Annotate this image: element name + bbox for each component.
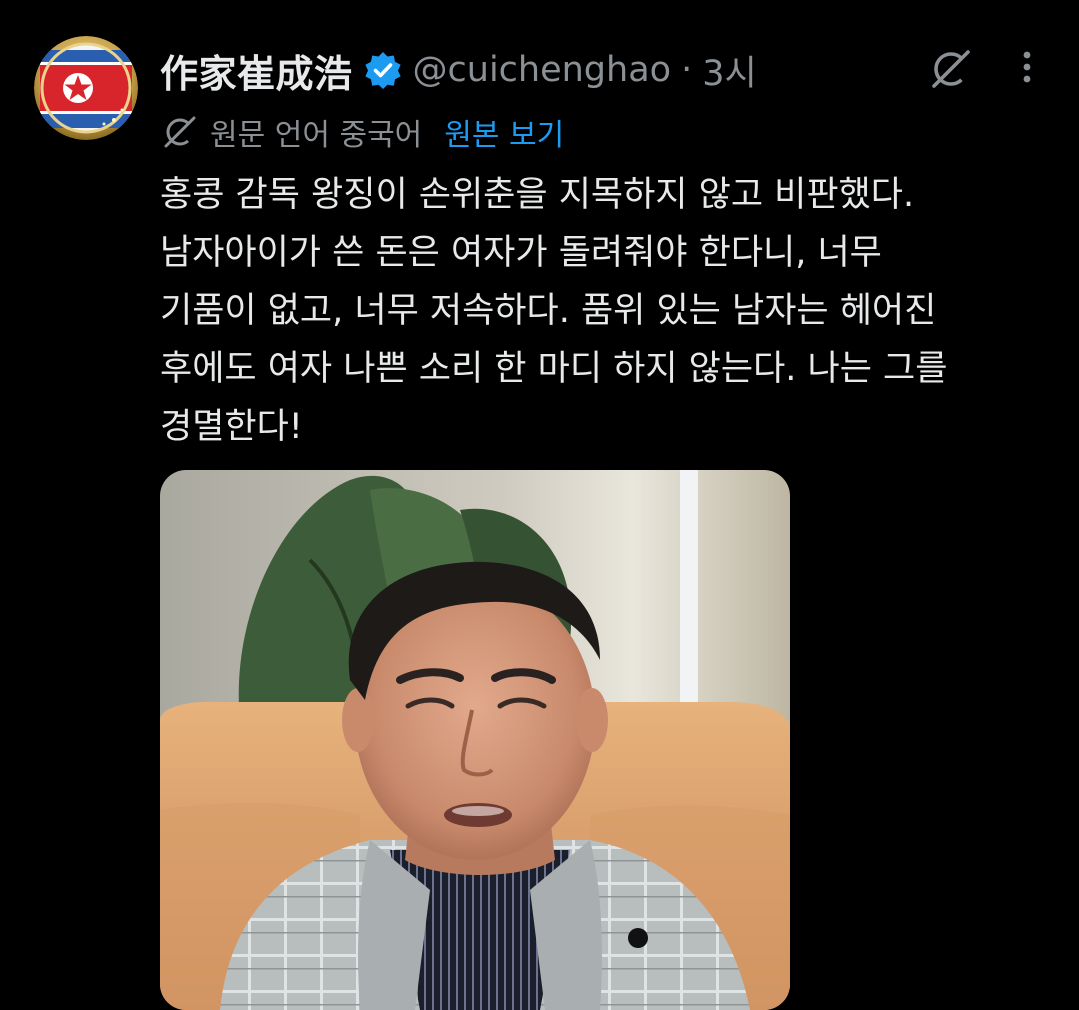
flag-avatar-image (34, 36, 138, 140)
translation-label: 원문 언어 중국어 (210, 118, 423, 153)
translation-notice: 원문 언어 중국어 원본 보기 (160, 108, 564, 156)
tweet-text-line: 후에도 여자 나쁜 소리 한 마디 하지 않는다. 나는 그를 (160, 349, 948, 389)
grok-button[interactable] (924, 42, 978, 96)
tweet-text-line: 기품이 없고, 너무 저속하다. 품위 있는 남자는 헤어진 (160, 291, 937, 331)
grok-translate-icon (160, 112, 200, 152)
tweet-text-line: 남자아이가 쓴 돈은 여자가 돌려줘야 한다니, 너무 (160, 233, 882, 273)
grok-icon (932, 50, 970, 88)
video-thumbnail-image (160, 470, 790, 1010)
tweet-text-line: 경멸한다! (160, 407, 303, 447)
avatar[interactable] (34, 36, 138, 140)
tweet-text-line: 홍콩 감독 왕징이 손위춘을 지목하지 않고 비판했다. (160, 175, 915, 215)
verified-badge-icon (363, 50, 403, 90)
more-options-icon (1023, 51, 1031, 83)
tweet-text: 홍콩 감독 왕징이 손위춘을 지목하지 않고 비판했다. 남자아이가 쓴 돈은 … (160, 166, 1040, 456)
show-original-link[interactable]: 원본 보기 (444, 110, 564, 154)
post-time[interactable]: 3시 (702, 45, 756, 96)
more-options-button[interactable] (1004, 42, 1050, 92)
tweet-media-video[interactable] (160, 470, 790, 1010)
tweet-card[interactable]: 作家崔成浩 @cuichenghao · 3시 원문 언어 중국어 원본 보기 … (0, 0, 1079, 1010)
header-separator: · (681, 50, 693, 90)
display-name[interactable]: 作家崔成浩 (160, 43, 353, 98)
tweet-header: 作家崔成浩 @cuichenghao · 3시 (160, 40, 757, 100)
author-handle[interactable]: @cuichenghao (413, 50, 672, 90)
